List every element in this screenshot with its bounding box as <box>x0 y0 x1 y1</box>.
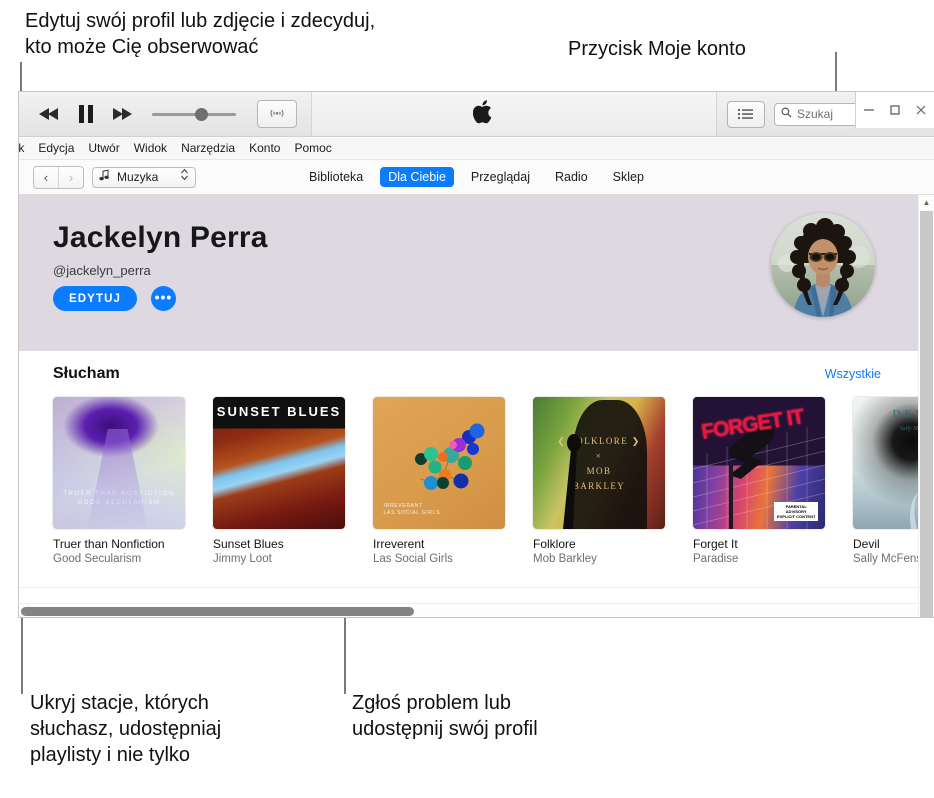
chevron-left-icon[interactable]: ‹ <box>34 167 58 188</box>
vertical-scrollbar[interactable]: ▲ <box>918 195 934 617</box>
album-title: Sunset Blues <box>213 537 284 551</box>
menu-item-tools[interactable]: Narzędzia <box>181 141 235 155</box>
avatar[interactable] <box>771 213 875 317</box>
vertical-scrollbar-thumb[interactable] <box>920 211 933 617</box>
album-title: Irreverent <box>373 537 425 551</box>
search-placeholder: Szukaj <box>797 107 834 121</box>
horizontal-scrollbar-thumb[interactable] <box>21 607 414 616</box>
album-card[interactable]: FORGET IT PARENTAL ADVISORY EXPLICIT CON… <box>693 397 825 565</box>
see-all-link[interactable]: Wszystkie <box>825 367 881 381</box>
search-icon <box>781 105 792 123</box>
close-icon[interactable] <box>913 102 929 118</box>
album-title: Forget It <box>693 537 738 551</box>
menu-item-song[interactable]: Utwór <box>88 141 119 155</box>
title-bar: Szukaj <box>19 92 934 137</box>
maximize-icon[interactable] <box>887 102 903 118</box>
album-card[interactable]: TRUER THAN NONFICTION GOOD SECULARISM Tr… <box>53 397 185 565</box>
chevron-right-icon[interactable]: › <box>58 166 83 188</box>
artwork-text: IRREVERANT LAS SOCIAL GIRLS <box>383 503 441 517</box>
minimize-icon[interactable] <box>861 102 877 118</box>
volume-thumb[interactable] <box>195 108 208 121</box>
music-note-icon <box>99 168 110 186</box>
listening-section: Słucham Wszystkie TRUER THAN NONFICTION … <box>19 351 919 565</box>
album-row: TRUER THAN NONFICTION GOOD SECULARISM Tr… <box>53 397 919 565</box>
window-controls <box>855 92 934 129</box>
album-artwork[interactable]: DEVIL Sally McFenson <box>853 397 919 529</box>
album-artwork[interactable]: IRREVERANT LAS SOCIAL GIRLS <box>373 397 505 529</box>
album-title: Truer than Nonfiction <box>53 537 165 551</box>
album-artist: Jimmy Loot <box>213 553 272 565</box>
artwork-text: SUNSET BLUES <box>216 403 342 419</box>
media-picker-label: Muzyka <box>117 170 159 184</box>
album-artist: Mob Barkley <box>533 553 597 565</box>
navigation-bar: ‹ › Muzyka Biblioteka Dla Ciebie Przeglą… <box>19 160 934 195</box>
content-scroll-region: Jackelyn Perra @jackelyn_perra EDYTUJ ••… <box>19 195 919 617</box>
itunes-window: Szukaj lik Edycja Utwór Widok Narzędzia … <box>18 91 934 618</box>
rewind-icon[interactable] <box>37 102 61 126</box>
chevron-updown-icon <box>180 168 189 186</box>
apple-logo-container <box>312 92 716 136</box>
volume-slider[interactable] <box>152 102 236 126</box>
album-artwork[interactable]: ❮ FOLKLORE ❯ × MOB BARKLEY <box>533 397 665 529</box>
tab-przegladaj[interactable]: Przeglądaj <box>463 167 538 187</box>
volume-track <box>152 113 236 116</box>
album-artwork[interactable]: FORGET IT PARENTAL ADVISORY EXPLICIT CON… <box>693 397 825 529</box>
menu-item-edit[interactable]: Edycja <box>38 141 74 155</box>
pause-icon[interactable] <box>74 102 98 126</box>
album-artist: Good Secularism <box>53 553 142 565</box>
album-title: Devil <box>853 537 880 551</box>
menu-item-account[interactable]: Konto <box>249 141 280 155</box>
page-title: Jackelyn Perra <box>53 221 268 254</box>
more-options-button[interactable]: ••• <box>150 286 176 311</box>
menu-item-file[interactable]: lik <box>19 141 24 155</box>
album-card[interactable]: SUNSET BLUES Sunset Blues Jimmy Loot <box>213 397 345 565</box>
callout-report-problem: Zgłoś problem lub udostępnij swój profil <box>352 692 538 740</box>
profile-header: Jackelyn Perra @jackelyn_perra EDYTUJ ••… <box>19 195 919 351</box>
section-title-listening: Słucham <box>53 365 120 382</box>
apple-logo-icon <box>472 99 495 130</box>
tab-sklep[interactable]: Sklep <box>605 167 652 187</box>
content-area: Jackelyn Perra @jackelyn_perra EDYTUJ ••… <box>19 195 934 617</box>
callout-hide-stations: Ukryj stacje, których słuchasz, udostępn… <box>30 692 222 766</box>
listening-header: Słucham <box>53 351 919 383</box>
tab-biblioteka[interactable]: Biblioteka <box>301 167 371 187</box>
album-artist: Sally McFenson <box>853 553 919 565</box>
callout-account-button: Przycisk Moje konto <box>568 38 746 60</box>
player-controls <box>19 92 312 136</box>
callout-edit-profile: Edytuj swój profil lub zdjęcie i zdecydu… <box>25 10 376 58</box>
album-card[interactable]: IRREVERANT LAS SOCIAL GIRLS Irreverent L… <box>373 397 505 565</box>
album-card[interactable]: ❮ FOLKLORE ❯ × MOB BARKLEY Folklore Mob … <box>533 397 665 565</box>
chevron-up-icon[interactable]: ▲ <box>919 195 934 210</box>
list-view-icon[interactable] <box>727 100 765 128</box>
airplay-icon[interactable] <box>257 100 297 128</box>
history-buttons: ‹ › <box>33 165 84 189</box>
artwork-text: TRUER THAN NONFICTION GOOD SECULARISM <box>63 490 175 506</box>
edit-profile-button[interactable]: EDYTUJ <box>53 286 137 311</box>
album-artist: Paradise <box>693 553 739 565</box>
menu-bar: lik Edycja Utwór Widok Narzędzia Konto P… <box>19 137 934 160</box>
media-picker-dropdown[interactable]: Muzyka <box>92 166 196 188</box>
album-artwork[interactable]: TRUER THAN NONFICTION GOOD SECULARISM <box>53 397 185 529</box>
album-card[interactable]: DEVIL Sally McFenson Devil Sally McFenso… <box>853 397 919 565</box>
profile-handle: @jackelyn_perra <box>53 263 151 278</box>
menu-item-help[interactable]: Pomoc <box>294 141 331 155</box>
horizontal-scrollbar[interactable] <box>19 603 919 617</box>
album-title: Folklore <box>533 537 576 551</box>
fast-forward-icon[interactable] <box>111 102 135 126</box>
tab-radio[interactable]: Radio <box>547 167 596 187</box>
nav-left-group: ‹ › Muzyka <box>33 165 196 189</box>
album-artist: Las Social Girls <box>373 553 453 565</box>
profile-actions: EDYTUJ ••• <box>53 286 176 311</box>
tab-dla-ciebie[interactable]: Dla Ciebie <box>380 167 454 187</box>
album-artwork[interactable]: SUNSET BLUES <box>213 397 345 529</box>
parental-advisory-badge: PARENTAL ADVISORY EXPLICIT CONTENT <box>773 502 819 522</box>
menu-item-view[interactable]: Widok <box>134 141 167 155</box>
